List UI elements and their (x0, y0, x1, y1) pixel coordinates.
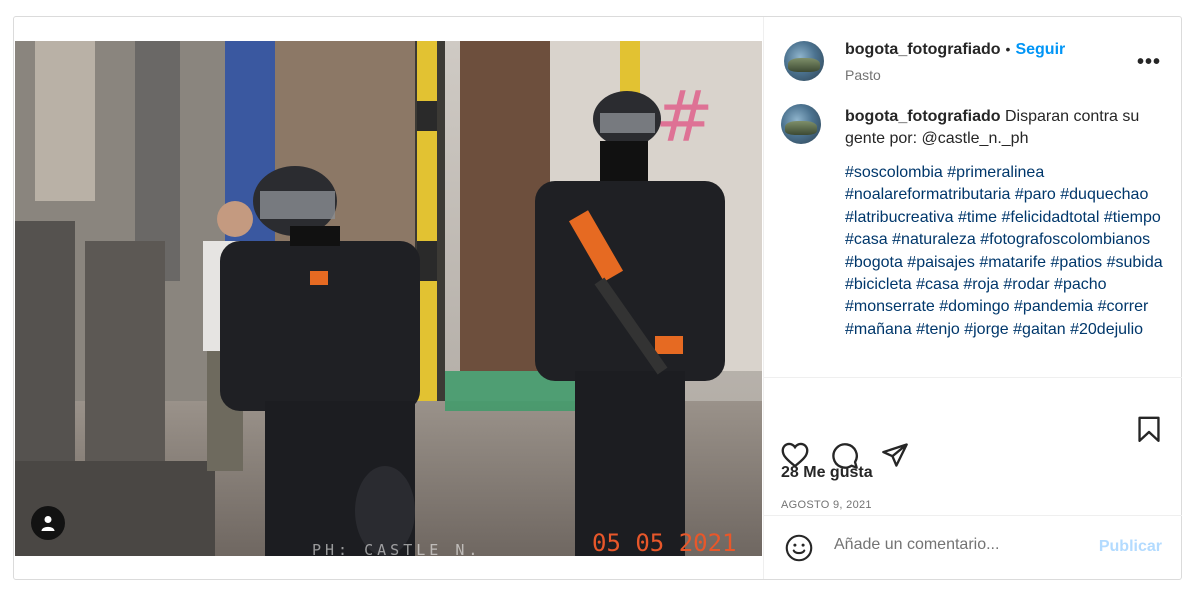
photo-watermark: PH: CASTLE N. (312, 541, 482, 556)
caption-username[interactable]: bogota_fotografiado (845, 108, 1001, 125)
post-actions: 28 Me gusta AGOSTO 9, 2021 (764, 377, 1182, 515)
user-tag-icon[interactable] (31, 506, 65, 540)
hashtag-link[interactable]: #paro (1015, 186, 1056, 203)
hashtag-link[interactable]: #rodar (1003, 276, 1049, 293)
hashtag-link[interactable]: #time (958, 209, 997, 226)
hashtag-link[interactable]: #bogota (845, 254, 903, 271)
hashtag-link[interactable]: #noalareformatributaria (845, 186, 1010, 203)
post-header: bogota_fotografiado • Seguir Pasto ••• (764, 17, 1182, 104)
author-line: bogota_fotografiado • Seguir (845, 41, 1065, 59)
hashtag-link[interactable]: #gaitan (1013, 321, 1066, 338)
hashtag-link[interactable]: #felicidadtotal (1002, 209, 1100, 226)
post-image[interactable]: # PH: CASTLE N. 05 05 2021 (15, 41, 762, 556)
hashtag-link[interactable]: #bicicleta (845, 276, 912, 293)
hashtag-link[interactable]: #latribucreativa (845, 209, 954, 226)
hashtag-link[interactable]: #primeralinea (947, 164, 1044, 181)
post-card: # PH: CASTLE N. 05 05 2021 bogota_fotogr… (13, 16, 1182, 580)
hashtag-link[interactable]: #pandemia (1014, 298, 1093, 315)
separator-dot: • (1005, 41, 1011, 57)
hashtag-link[interactable]: #naturaleza (892, 231, 976, 248)
hashtag-link[interactable]: #casa (845, 231, 888, 248)
hashtag-link[interactable]: #soscolombia (845, 164, 943, 181)
comment-input[interactable] (834, 536, 1084, 554)
bookmark-icon[interactable] (1137, 416, 1161, 442)
hashtag-link[interactable]: #domingo (939, 298, 1009, 315)
hashtag-link[interactable]: #subida (1107, 254, 1163, 271)
hashtag-link[interactable]: #fotografoscolombianos (980, 231, 1150, 248)
hashtag-link[interactable]: #monserrate (845, 298, 935, 315)
hashtag-link[interactable]: #duquechao (1060, 186, 1148, 203)
caption-area: bogota_fotografiado Disparan contra su g… (764, 104, 1182, 377)
hashtag-link[interactable]: #jorge (964, 321, 1008, 338)
person-icon (41, 516, 55, 531)
hashtag-link[interactable]: #tiempo (1104, 209, 1161, 226)
post-sidebar: bogota_fotografiado • Seguir Pasto ••• bog… (763, 17, 1182, 579)
hashtag-link[interactable]: #20dejulio (1070, 321, 1143, 338)
likes-count[interactable]: 28 Me gusta (781, 464, 873, 482)
photo-date-stamp: 05 05 2021 (592, 529, 737, 556)
hashtag-link[interactable]: #roja (963, 276, 999, 293)
hashtag-link[interactable]: #mañana (845, 321, 912, 338)
share-icon[interactable] (881, 442, 909, 468)
comment-bar: Publicar (764, 515, 1182, 579)
more-options-icon[interactable]: ••• (1137, 51, 1161, 74)
hashtag-link[interactable]: #casa (916, 276, 959, 293)
svg-text:#: # (655, 76, 714, 158)
hashtag-link[interactable]: #tenjo (916, 321, 960, 338)
hashtag-link[interactable]: #pacho (1054, 276, 1107, 293)
author-username[interactable]: bogota_fotografiado (845, 41, 1001, 58)
follow-button[interactable]: Seguir (1015, 41, 1065, 58)
hashtag-link[interactable]: #paisajes (907, 254, 975, 271)
hashtag-link[interactable]: #matarife (979, 254, 1046, 271)
caption-avatar[interactable] (781, 104, 821, 144)
caption-text: bogota_fotografiado Disparan contra su g… (845, 106, 1165, 151)
hashtag-link[interactable]: #correr (1098, 298, 1149, 315)
post-location[interactable]: Pasto (845, 67, 881, 83)
photo-illustration: # (15, 41, 762, 556)
post-date[interactable]: AGOSTO 9, 2021 (781, 499, 872, 511)
hashtag-list: #soscolombia #primeralinea #noalareforma… (845, 162, 1165, 341)
author-avatar[interactable] (784, 41, 824, 81)
publish-button[interactable]: Publicar (1099, 538, 1162, 556)
emoji-icon[interactable] (785, 534, 813, 562)
hashtag-link[interactable]: #patios (1051, 254, 1103, 271)
